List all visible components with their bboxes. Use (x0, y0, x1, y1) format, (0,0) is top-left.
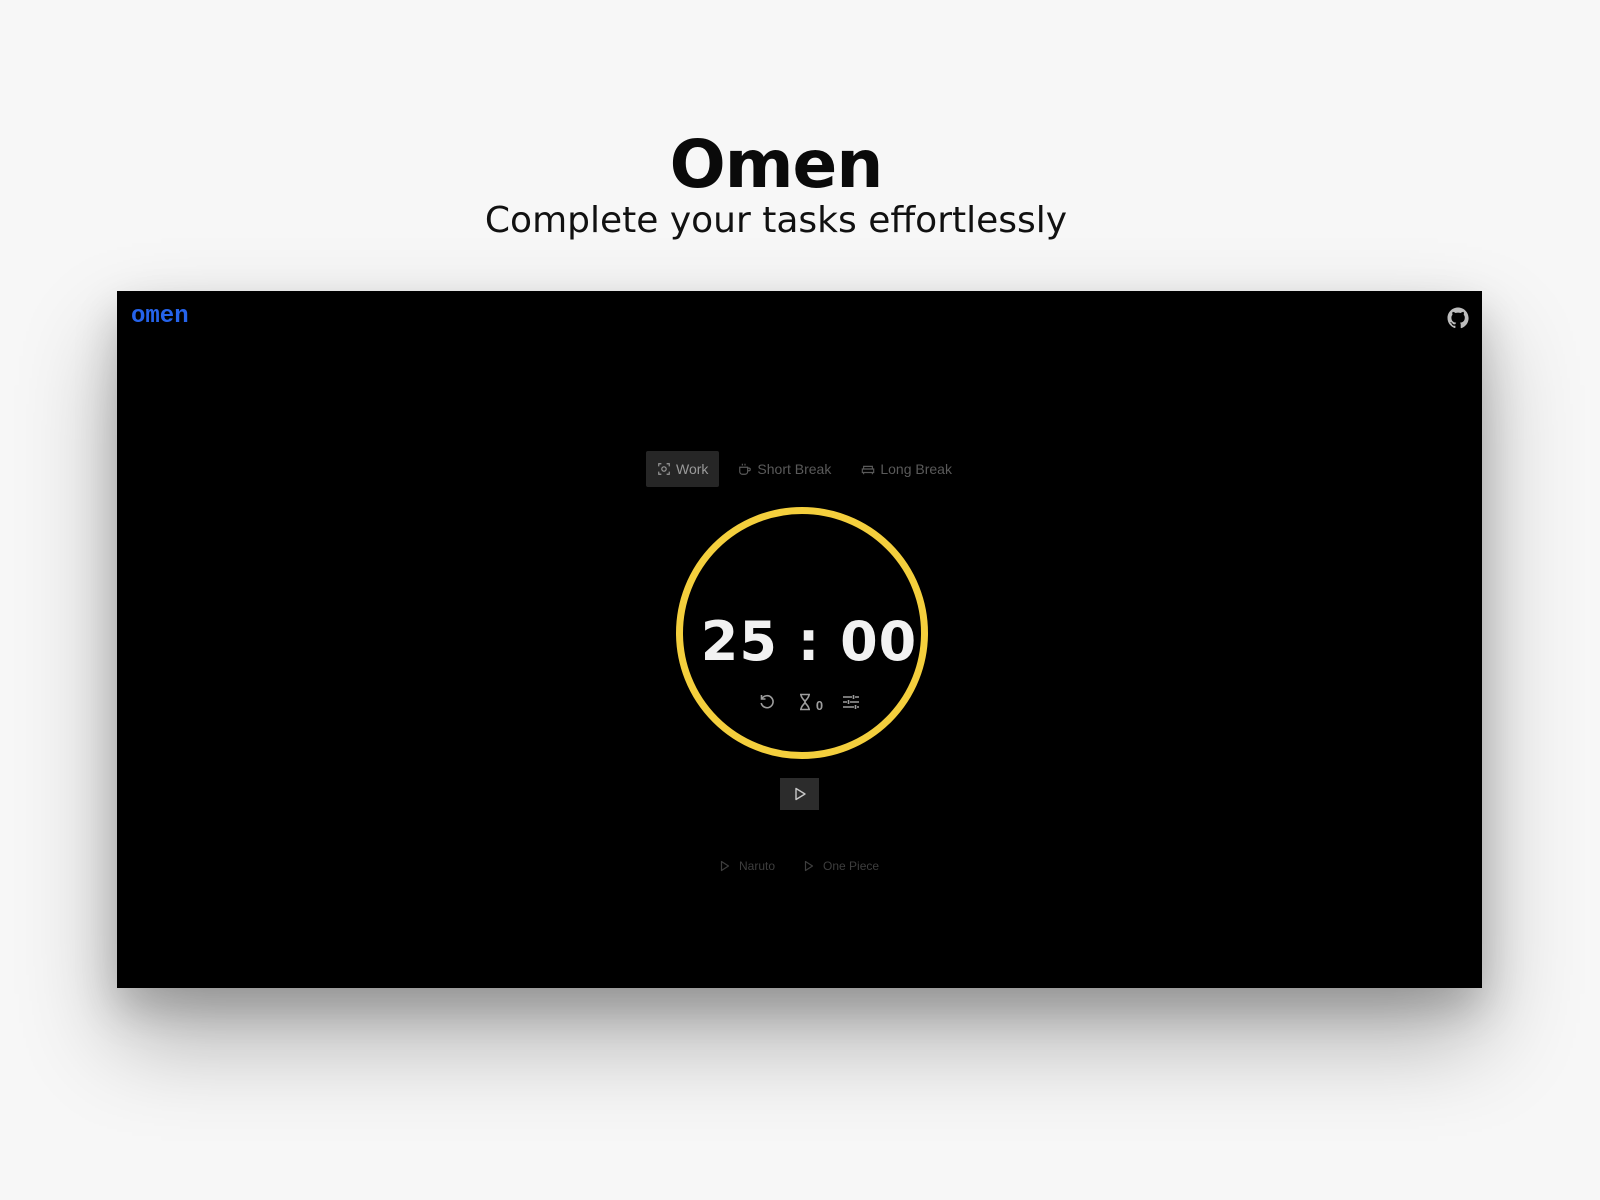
play-icon (720, 860, 730, 872)
timer-controls: 0 (683, 692, 935, 712)
track-naruto[interactable]: Naruto (719, 859, 775, 873)
timer-display: 25 : 00 (700, 610, 918, 673)
track-label: One Piece (823, 859, 880, 873)
sofa-icon (862, 465, 875, 475)
hourglass-icon (799, 693, 810, 711)
tab-short-break[interactable]: Short Break (727, 451, 842, 487)
tab-long-break[interactable]: Long Break (850, 451, 963, 487)
session-count: 0 (815, 698, 824, 713)
session-counter[interactable]: 0 (795, 692, 823, 712)
start-timer-button[interactable] (780, 778, 819, 810)
focus-icon (658, 463, 670, 475)
tab-work[interactable]: Work (646, 451, 720, 487)
track-label: Naruto (739, 859, 776, 873)
tab-label: Long Break (880, 461, 952, 477)
timer-ring: 25 : 00 0 (676, 507, 928, 759)
hero-title: Omen (669, 126, 884, 203)
play-icon (804, 860, 814, 872)
app-screenshot: omen Work Short Break Long Break 25: 00… (117, 291, 1482, 988)
play-icon (794, 787, 806, 801)
reset-icon (760, 694, 774, 709)
settings-button[interactable] (841, 692, 861, 712)
tab-label: Short Break (757, 461, 832, 477)
hero-subtitle: Complete your tasks effortlessly (484, 200, 1068, 241)
app-logo[interactable]: omen (131, 303, 189, 330)
coffee-cup-icon (739, 463, 752, 475)
github-icon[interactable] (1446, 306, 1470, 330)
mode-tabs: Work Short Break Long Break (646, 451, 971, 487)
reset-button[interactable] (757, 692, 777, 712)
music-tracks: Naruto One Piece (719, 859, 879, 873)
settings-sliders-icon (843, 695, 860, 709)
track-one-piece[interactable]: One Piece (803, 859, 879, 873)
tab-label: Work (676, 461, 709, 477)
